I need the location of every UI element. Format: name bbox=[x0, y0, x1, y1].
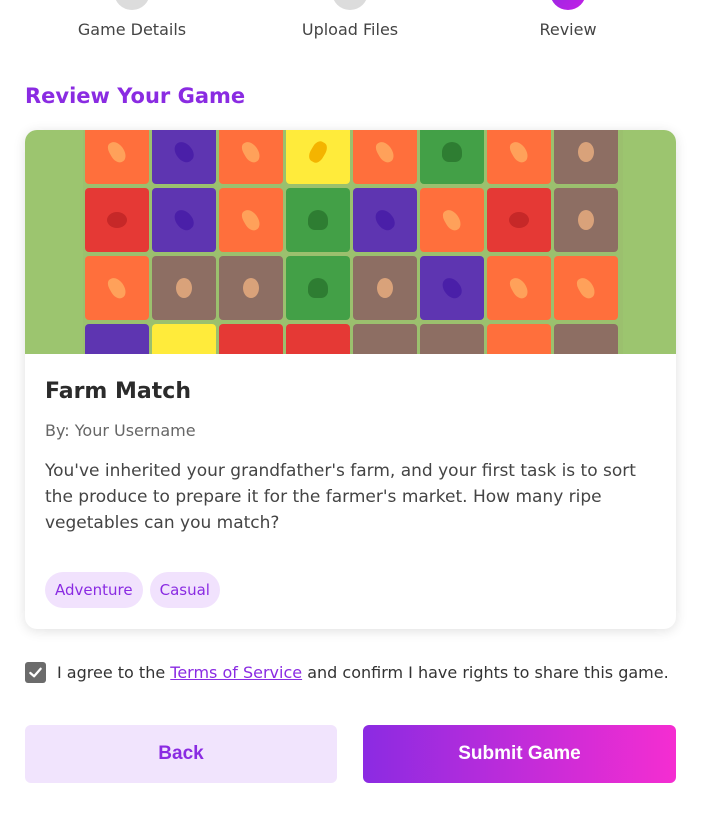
carrot-icon bbox=[507, 274, 531, 302]
game-tile bbox=[85, 130, 149, 184]
step-label: Upload Files bbox=[301, 20, 399, 39]
terms-prefix: I agree to the bbox=[57, 663, 166, 682]
game-tile bbox=[487, 188, 551, 252]
tag-casual: Casual bbox=[149, 572, 220, 608]
game-tile bbox=[353, 130, 417, 184]
potato-icon bbox=[176, 278, 192, 298]
tomato-icon bbox=[509, 212, 529, 228]
potato-icon bbox=[243, 278, 259, 298]
terms-suffix: and confirm I have rights to share this … bbox=[307, 663, 669, 682]
carrot-icon bbox=[105, 274, 129, 302]
potato-icon bbox=[578, 142, 594, 162]
game-tile bbox=[286, 188, 350, 252]
eggplant-icon bbox=[371, 206, 399, 234]
eggplant-icon bbox=[170, 206, 198, 234]
game-tile bbox=[219, 324, 283, 354]
carrot-icon bbox=[239, 206, 263, 234]
section-title: Review Your Game bbox=[25, 84, 246, 108]
game-tile bbox=[152, 324, 216, 354]
game-tile bbox=[420, 188, 484, 252]
game-tile bbox=[219, 256, 283, 320]
carrot-icon bbox=[105, 138, 129, 166]
game-tile bbox=[487, 324, 551, 354]
eggplant-icon bbox=[438, 274, 466, 302]
game-tile bbox=[85, 324, 149, 354]
broccoli-icon bbox=[442, 142, 462, 162]
game-tile bbox=[219, 130, 283, 184]
game-tile bbox=[85, 256, 149, 320]
broccoli-icon bbox=[308, 278, 328, 298]
step-label: Review bbox=[539, 20, 597, 39]
game-tile bbox=[286, 324, 350, 354]
game-tile bbox=[420, 130, 484, 184]
game-title: Farm Match bbox=[45, 379, 191, 404]
carrot-icon bbox=[440, 206, 464, 234]
eggplant-icon bbox=[170, 138, 198, 166]
game-preview-card: Farm Match By: Your Username You've inhe… bbox=[25, 130, 676, 629]
potato-icon bbox=[377, 278, 393, 298]
terms-agreement: I agree to the Terms of Service and conf… bbox=[25, 662, 669, 683]
step-label: Game Details bbox=[77, 20, 187, 39]
tag-adventure: Adventure bbox=[45, 572, 143, 608]
back-button[interactable]: Back bbox=[25, 725, 337, 783]
tag-list: Adventure Casual bbox=[45, 572, 220, 608]
game-tile bbox=[420, 324, 484, 354]
step-indicator bbox=[332, 0, 368, 10]
carrot-icon bbox=[373, 138, 397, 166]
game-description: You've inherited your grandfather's farm… bbox=[45, 461, 636, 533]
game-tile bbox=[554, 130, 618, 184]
game-tile bbox=[152, 188, 216, 252]
carrot-icon bbox=[574, 274, 598, 302]
game-tile bbox=[219, 188, 283, 252]
progress-stepper: Game Details Upload Files Review bbox=[0, 0, 718, 60]
carrot-icon bbox=[507, 138, 531, 166]
game-tile bbox=[85, 188, 149, 252]
step-indicator-active bbox=[550, 0, 586, 10]
game-banner-image bbox=[25, 130, 676, 354]
game-tile bbox=[286, 256, 350, 320]
game-tile bbox=[353, 188, 417, 252]
game-author: By: Your Username bbox=[45, 421, 196, 440]
game-tile bbox=[286, 130, 350, 184]
step-indicator bbox=[114, 0, 150, 10]
game-tile bbox=[420, 256, 484, 320]
carrot-icon bbox=[239, 138, 263, 166]
terms-of-service-link[interactable]: Terms of Service bbox=[170, 663, 302, 682]
game-tile bbox=[554, 256, 618, 320]
submit-game-button[interactable]: Submit Game bbox=[363, 725, 676, 783]
game-tile bbox=[353, 256, 417, 320]
terms-checkbox[interactable] bbox=[25, 662, 46, 683]
game-tile bbox=[152, 256, 216, 320]
game-tile bbox=[487, 256, 551, 320]
checkmark-icon bbox=[29, 667, 42, 678]
game-tile bbox=[554, 188, 618, 252]
tomato-icon bbox=[107, 212, 127, 228]
game-tile bbox=[487, 130, 551, 184]
corn-icon bbox=[306, 138, 330, 166]
broccoli-icon bbox=[308, 210, 328, 230]
game-tile bbox=[554, 324, 618, 354]
game-tile bbox=[353, 324, 417, 354]
potato-icon bbox=[578, 210, 594, 230]
game-tile bbox=[152, 130, 216, 184]
game-board-preview bbox=[83, 130, 623, 354]
